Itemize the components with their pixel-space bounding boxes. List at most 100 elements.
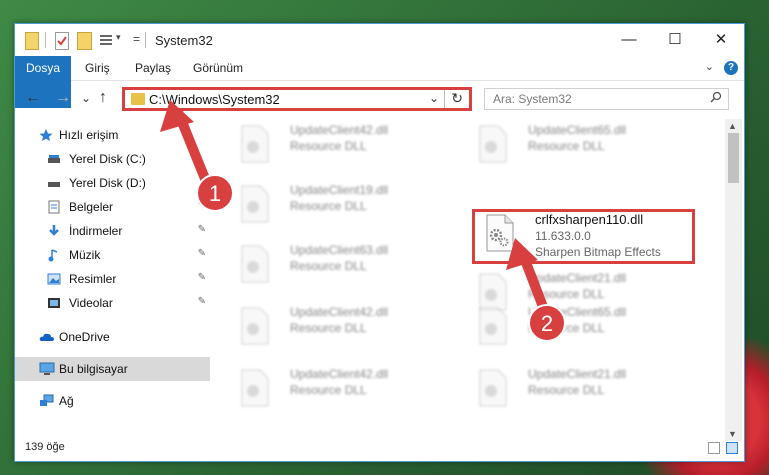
pin-icon[interactable]: ✎: [198, 248, 206, 259]
star-icon: [39, 129, 53, 141]
file-type: Resource DLL: [290, 199, 367, 213]
network-icon: [40, 394, 54, 406]
pictures-icon: [47, 273, 61, 285]
search-input[interactable]: Ara: System32: [484, 88, 729, 110]
folder-icon: [131, 93, 145, 105]
file-item[interactable]: UpdateClient42.dll Resource DLL: [230, 363, 460, 415]
sidebar-item-label: Müzik: [69, 248, 101, 262]
file-item[interactable]: UpdateClient19.dll Resource DLL: [230, 179, 460, 231]
sidebar-item-label: Belgeler: [69, 200, 114, 214]
minimize-button[interactable]: —: [606, 24, 652, 56]
videos-icon: [48, 298, 60, 308]
scrollbar-thumb[interactable]: [728, 133, 739, 183]
file-name: UpdateClient42.dll: [290, 367, 389, 381]
file-item[interactable]: UpdateClient63.dll Resource DLL: [230, 239, 460, 291]
sidebar-item-pictures[interactable]: Resimler ✎: [15, 267, 210, 291]
dll-file-icon: [241, 245, 269, 283]
sidebar-item-label: Yerel Disk (D:): [69, 176, 146, 190]
new-folder-icon[interactable]: [77, 32, 92, 50]
large-icons-view-icon[interactable]: [726, 442, 738, 454]
close-button[interactable]: ✕: [698, 24, 744, 56]
tab-home[interactable]: Giriş: [85, 56, 110, 80]
pin-icon[interactable]: ✎: [198, 200, 206, 211]
file-name: UpdateClient42.dll: [290, 305, 389, 319]
sidebar-item-documents[interactable]: Belgeler ✎: [15, 195, 210, 219]
vertical-scrollbar[interactable]: ▲ ▼: [725, 119, 742, 441]
file-item[interactable]: UpdateClient42.dll Resource DLL: [230, 119, 460, 171]
file-item[interactable]: UpdateClient65.dll Resource DLL: [468, 301, 698, 353]
file-name: UpdateClient63.dll: [290, 243, 389, 257]
file-name: UpdateClient21.dll: [528, 367, 627, 381]
computer-icon: [39, 362, 55, 375]
pin-icon[interactable]: ✎: [198, 296, 206, 307]
sidebar-item-music[interactable]: Müzik ✎: [15, 243, 210, 267]
pin-icon[interactable]: ✎: [198, 272, 206, 283]
help-icon[interactable]: ?: [724, 61, 738, 75]
folder-icon[interactable]: [25, 32, 39, 50]
tab-share[interactable]: Paylaş: [135, 56, 171, 80]
back-button[interactable]: ←: [25, 89, 41, 107]
file-type: Resource DLL: [528, 139, 605, 153]
file-name: UpdateClient19.dll: [290, 183, 389, 197]
maximize-button[interactable]: ☐: [652, 24, 698, 56]
item-count: 139 öğe: [25, 441, 65, 453]
sidebar-item-label: OneDrive: [59, 330, 110, 344]
sidebar-item-local-disk-d[interactable]: Yerel Disk (D:): [15, 171, 210, 195]
file-name: UpdateClient42.dll: [290, 123, 389, 137]
separator: [444, 90, 445, 108]
forward-button[interactable]: →: [55, 89, 71, 107]
file-type: Resource DLL: [528, 287, 605, 301]
address-dropdown-icon[interactable]: ⌄: [429, 91, 439, 105]
file-list: UpdateClient42.dll Resource DLL UpdateCl…: [210, 119, 725, 441]
sidebar-item-local-disk-c[interactable]: Yerel Disk (C:): [15, 147, 210, 171]
file-item[interactable]: UpdateClient65.dll Resource DLL: [468, 119, 698, 171]
dll-file-icon: [241, 185, 269, 223]
search-placeholder: Ara: System32: [493, 92, 572, 106]
sidebar-item-network[interactable]: Ağ: [15, 389, 210, 413]
onedrive-icon: [39, 333, 54, 341]
downloads-icon: [49, 225, 59, 236]
properties-icon[interactable]: [55, 32, 69, 50]
address-path[interactable]: C:\Windows\System32: [149, 92, 280, 107]
separator: [45, 32, 46, 48]
recent-locations-button[interactable]: ⌄: [81, 91, 91, 105]
file-item[interactable]: UpdateClient42.dll Resource DLL: [230, 301, 460, 353]
dll-file-icon: [241, 369, 269, 407]
sidebar-item-this-pc[interactable]: Bu bilgisayar: [15, 357, 210, 381]
sidebar-item-label: Hızlı erişim: [59, 128, 119, 142]
file-type: Resource DLL: [290, 383, 367, 397]
sidebar-item-videos[interactable]: Videolar ✎: [15, 291, 210, 315]
documents-icon: [48, 200, 60, 214]
sidebar-item-downloads[interactable]: İndirmeler ✎: [15, 219, 210, 243]
dll-file-icon: [479, 307, 507, 345]
file-type: Resource DLL: [290, 259, 367, 273]
tab-view[interactable]: Görünüm: [193, 56, 243, 80]
file-type: Resource DLL: [528, 383, 605, 397]
scroll-up-icon[interactable]: ▲: [728, 121, 737, 131]
highlight-box: [472, 209, 695, 264]
address-bar[interactable]: C:\Windows\System32 ⌄ ↻: [122, 87, 472, 111]
title-bar: ▾ = System32 — ☐ ✕: [15, 24, 744, 56]
file-type: Resource DLL: [290, 139, 367, 153]
details-view-icon[interactable]: [708, 442, 720, 454]
view-options-icon[interactable]: [99, 32, 113, 48]
sidebar-item-label: Bu bilgisayar: [59, 362, 128, 376]
sidebar-item-quick-access[interactable]: Hızlı erişim: [15, 123, 210, 147]
file-type: Resource DLL: [528, 321, 605, 335]
file-item[interactable]: UpdateClient21.dll Resource DLL: [468, 363, 698, 415]
sidebar-item-label: Yerel Disk (C:): [69, 152, 146, 166]
refresh-icon[interactable]: ↻: [451, 90, 463, 107]
expand-ribbon-icon[interactable]: ⌄: [705, 60, 714, 73]
qa-overflow-icon[interactable]: =: [133, 32, 141, 48]
navigation-pane: Hızlı erişim Yerel Disk (C:) Yerel Disk …: [15, 119, 210, 441]
sidebar-item-label: Videolar: [69, 296, 113, 310]
search-icon[interactable]: [710, 91, 722, 106]
up-button[interactable]: ↑: [99, 89, 107, 107]
sidebar-item-label: Ağ: [59, 394, 74, 408]
music-icon: [48, 249, 58, 262]
customize-toolbar-icon[interactable]: ▾: [116, 32, 124, 48]
sidebar-item-onedrive[interactable]: OneDrive: [15, 325, 210, 349]
pin-icon[interactable]: ✎: [198, 224, 206, 235]
dll-file-icon: [241, 125, 269, 163]
explorer-window: ▾ = System32 — ☐ ✕ Dosya Giriş Paylaş Gö…: [14, 23, 745, 462]
